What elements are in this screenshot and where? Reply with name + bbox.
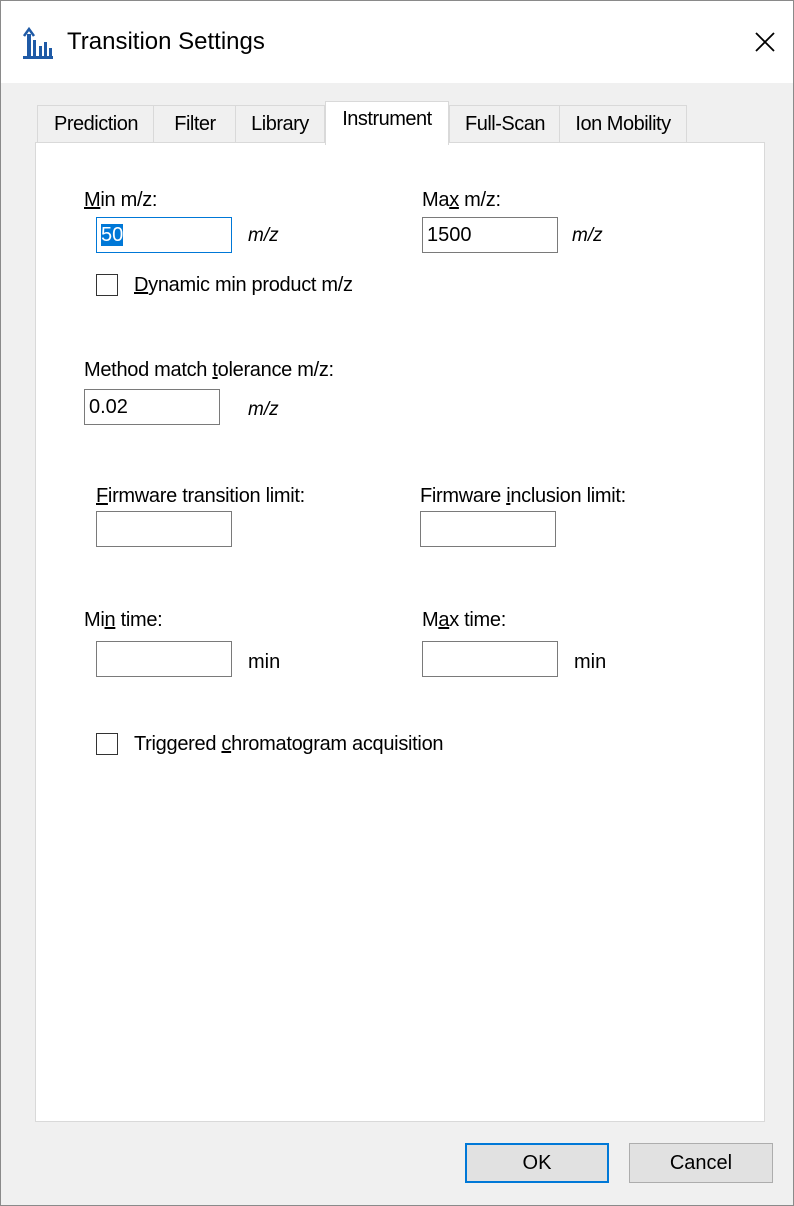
min-time-input[interactable]	[96, 641, 232, 677]
max-mz-label: Max m/z:	[422, 189, 501, 211]
dynamic-min-product-label[interactable]: Dynamic min product m/z	[134, 272, 353, 298]
tab-library[interactable]: Library	[235, 105, 325, 142]
method-match-tolerance-label: Method match tolerance m/z:	[84, 359, 334, 381]
close-icon	[755, 32, 775, 52]
min-mz-input[interactable]: 50	[96, 217, 232, 253]
min-time-unit: min	[248, 651, 281, 673]
dynamic-min-product-checkbox[interactable]	[96, 274, 118, 296]
tab-filter[interactable]: Filter	[153, 105, 237, 142]
method-match-tolerance-input[interactable]: 0.02	[84, 389, 220, 425]
method-match-tolerance-unit: m/z	[248, 399, 279, 420]
cancel-button[interactable]: Cancel	[629, 1143, 773, 1183]
tab-full-scan[interactable]: Full-Scan	[449, 105, 561, 142]
firmware-inclusion-limit-input[interactable]	[420, 511, 556, 547]
tab-ion-mobility[interactable]: Ion Mobility	[559, 105, 687, 142]
max-time-input[interactable]	[422, 641, 558, 677]
tab-instrument[interactable]: Instrument	[325, 101, 449, 145]
max-time-label: Max time:	[422, 609, 506, 631]
triggered-chromatogram-label[interactable]: Triggered chromatogram acquisition	[134, 731, 444, 757]
firmware-transition-limit-label: Firmware transition limit:	[96, 485, 305, 507]
max-time-unit: min	[574, 651, 607, 673]
firmware-transition-limit-input[interactable]	[96, 511, 232, 547]
title-bar: Transition Settings	[1, 1, 793, 83]
skyline-chart-icon	[21, 26, 55, 60]
dialog-title: Transition Settings	[67, 28, 265, 55]
max-mz-input[interactable]: 1500	[422, 217, 558, 253]
min-time-label: Min time:	[84, 609, 163, 631]
min-mz-label: Min m/z:	[84, 189, 158, 211]
triggered-chromatogram-checkbox[interactable]	[96, 733, 118, 755]
close-button[interactable]	[737, 1, 793, 83]
firmware-inclusion-limit-label: Firmware inclusion limit:	[420, 485, 626, 507]
max-mz-unit: m/z	[572, 225, 603, 246]
min-mz-unit: m/z	[248, 225, 279, 246]
ok-button[interactable]: OK	[465, 1143, 609, 1183]
transition-settings-dialog: Transition Settings Prediction Filter Li…	[0, 0, 794, 1206]
tab-prediction[interactable]: Prediction	[37, 105, 155, 142]
instrument-panel: Min m/z: 50 m/z Max m/z: 1500 m/z Dynami…	[35, 142, 765, 1122]
